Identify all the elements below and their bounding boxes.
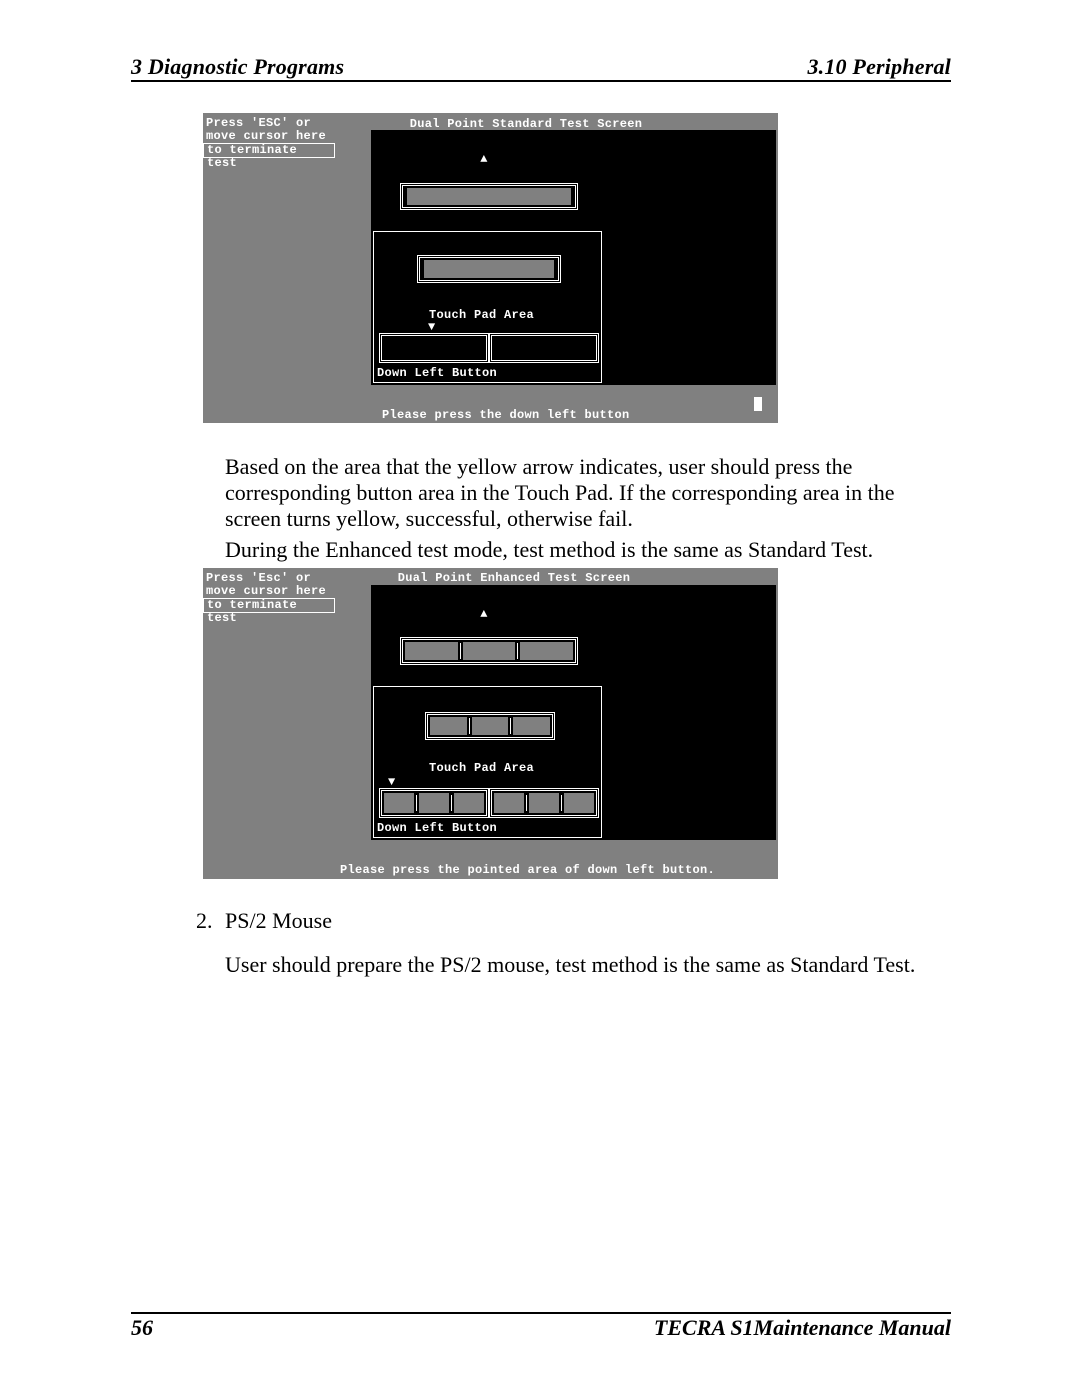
- arrow-up-icon: ▲: [480, 608, 488, 621]
- top-button-frame[interactable]: [400, 183, 578, 210]
- divider-icon: [517, 643, 518, 658]
- prompt-text: Please press the pointed area of down le…: [340, 864, 720, 877]
- terminate-line2: move cursor here: [206, 129, 326, 143]
- terminate-instruction: Press 'ESC' or move cursor here: [206, 117, 336, 143]
- divider-icon: [469, 718, 470, 733]
- divider-icon: [526, 795, 527, 812]
- divider-icon: [416, 795, 417, 812]
- list-number: 2.: [196, 908, 213, 934]
- footer-rule: [131, 1312, 951, 1314]
- terminate-hotzone[interactable]: to terminate test: [203, 598, 335, 613]
- list-item-ps2: PS/2 Mouse: [225, 908, 332, 934]
- top-button-seg3[interactable]: [520, 642, 573, 660]
- touchpad-top-button[interactable]: [417, 255, 561, 283]
- dl-seg2[interactable]: [419, 793, 449, 813]
- header-rule: [131, 80, 951, 82]
- terminate-line3: to terminate test: [204, 599, 334, 625]
- screen-title: Dual Point Standard Test Screen: [406, 118, 646, 131]
- screenshot-standard-test: Press 'ESC' or move cursor here to termi…: [203, 113, 778, 423]
- touchpad-area-label: Touch Pad Area: [429, 762, 549, 775]
- top-button-frame[interactable]: [400, 637, 578, 665]
- down-left-label: Down Left Button: [377, 822, 527, 835]
- touchpad-top-fill: [424, 260, 554, 278]
- dr-seg1[interactable]: [494, 793, 524, 813]
- down-left-button[interactable]: [379, 333, 489, 363]
- dl-seg3[interactable]: [454, 793, 484, 813]
- screen-title: Dual Point Enhanced Test Screen: [384, 572, 644, 585]
- screenshot-enhanced-test: Press 'Esc' or move cursor here to termi…: [203, 568, 778, 879]
- touchpad-top-button[interactable]: [425, 712, 555, 740]
- prompt-text: Please press the down left button: [382, 409, 662, 422]
- down-left-button[interactable]: [379, 788, 489, 818]
- pad-top-seg2[interactable]: [472, 717, 509, 735]
- header-chapter: 3 Diagnostic Programs: [131, 54, 344, 80]
- dl-seg1[interactable]: [384, 793, 414, 813]
- terminate-line1: Press 'ESC' or: [206, 116, 311, 130]
- divider-icon: [510, 718, 511, 733]
- pad-top-seg3[interactable]: [513, 717, 550, 735]
- terminate-instruction: Press 'Esc' or move cursor here: [206, 572, 336, 598]
- top-button-seg1[interactable]: [405, 642, 458, 660]
- top-button-seg2[interactable]: [463, 642, 516, 660]
- arrow-up-icon: ▲: [480, 153, 488, 166]
- divider-icon: [460, 643, 461, 658]
- page-number: 56: [131, 1315, 153, 1341]
- paragraph-3: User should prepare the PS/2 mouse, test…: [225, 952, 950, 978]
- dr-seg3[interactable]: [564, 793, 594, 813]
- text-cursor-icon: [754, 397, 762, 411]
- paragraph-1: Based on the area that the yellow arrow …: [225, 454, 950, 532]
- header-section: 3.10 Peripheral: [807, 54, 951, 80]
- terminate-line1: Press 'Esc' or: [206, 571, 311, 585]
- paragraph-2: During the Enhanced test mode, test meth…: [225, 537, 950, 563]
- down-right-button[interactable]: [489, 788, 599, 818]
- terminate-line2: move cursor here: [206, 584, 326, 598]
- down-right-button[interactable]: [489, 333, 599, 363]
- divider-icon: [451, 795, 452, 812]
- top-button-fill: [407, 188, 571, 205]
- touchpad-area-label: Touch Pad Area: [429, 309, 549, 322]
- terminate-line3: to terminate test: [204, 144, 334, 170]
- manual-title: TECRA S1Maintenance Manual: [654, 1315, 951, 1341]
- dr-seg2[interactable]: [529, 793, 559, 813]
- terminate-hotzone[interactable]: to terminate test: [203, 143, 335, 158]
- divider-icon: [561, 795, 562, 812]
- down-left-label: Down Left Button: [377, 367, 527, 380]
- pad-top-seg1[interactable]: [430, 717, 467, 735]
